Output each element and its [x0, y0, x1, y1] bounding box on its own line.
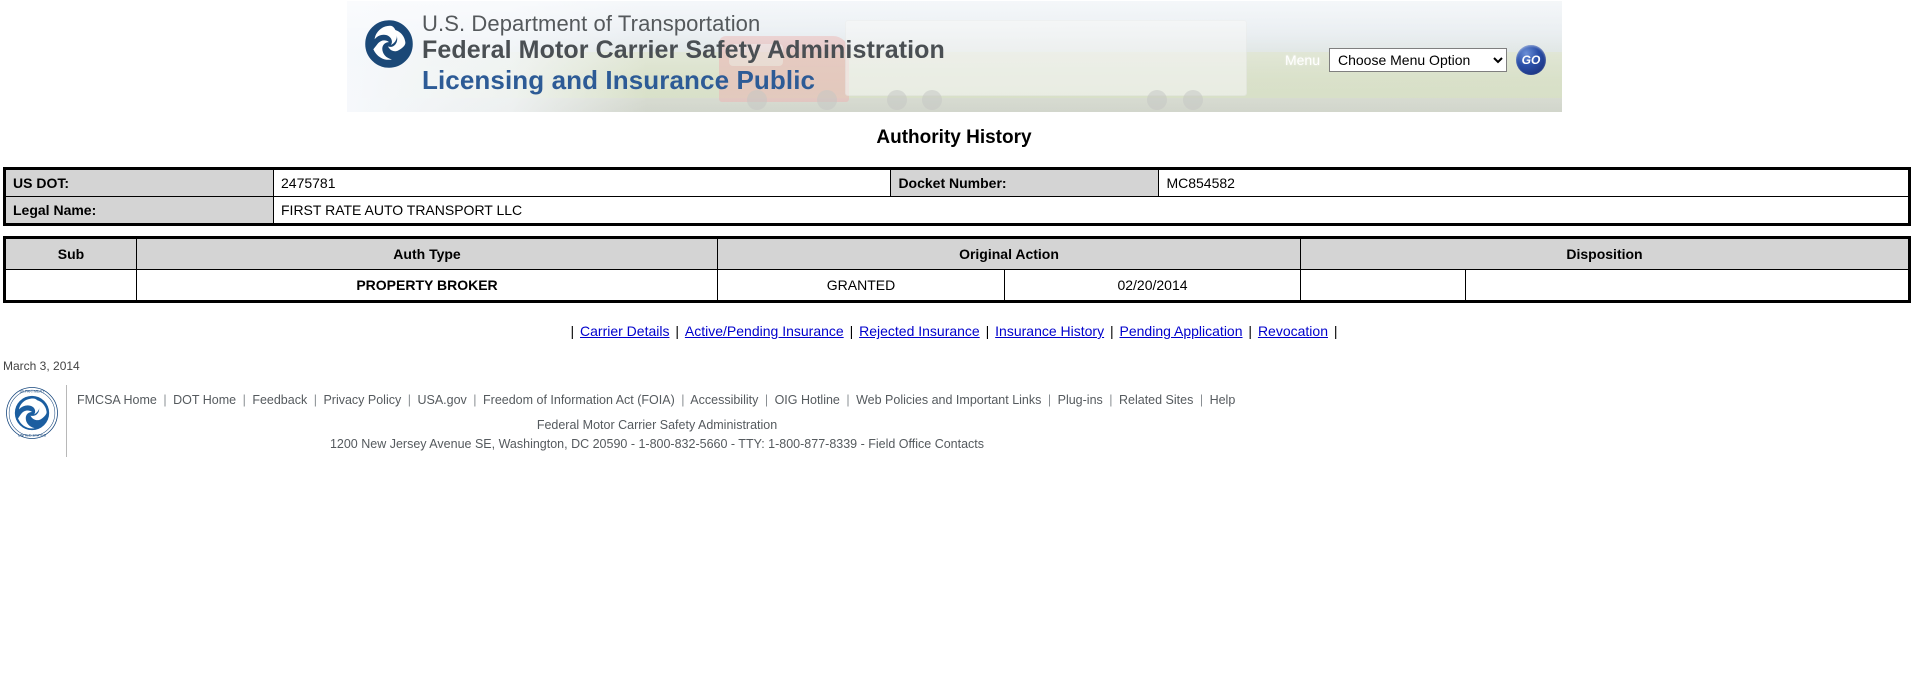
table-header-row: Sub Auth Type Original Action Dispositio… — [4, 237, 1910, 270]
nav-link-insurance-history[interactable]: Insurance History — [993, 323, 1106, 339]
cell-sub — [4, 269, 137, 302]
menu-controls: Menu Choose Menu Option GO — [1285, 45, 1546, 75]
nav-link-active-pending-insurance[interactable]: Active/Pending Insurance — [683, 323, 846, 339]
page-title: Authority History — [876, 127, 1032, 148]
nav-separator: | — [1333, 323, 1338, 339]
docket-number-value: MC854582 — [1158, 168, 1910, 197]
cell-disposition-date — [1465, 269, 1910, 302]
footer-address-block: Federal Motor Carrier Safety Administrat… — [77, 416, 1237, 455]
nav-separator: | — [1109, 323, 1114, 339]
footer-separator: | — [163, 393, 167, 407]
dot-triskelion-logo — [365, 20, 413, 68]
footer-separator: | — [1047, 393, 1052, 407]
column-header-sub: Sub — [4, 237, 137, 270]
us-dot-value: 2475781 — [272, 168, 892, 197]
nav-link-pending-application[interactable]: Pending Application — [1118, 323, 1245, 339]
footer-link-plug-ins[interactable]: Plug-ins — [1058, 393, 1103, 407]
nav-separator: | — [985, 323, 990, 339]
docket-number-label: Docket Number: — [890, 168, 1160, 197]
footer-separator: | — [846, 393, 850, 407]
menu-label: Menu — [1284, 52, 1320, 68]
nav-separator: | — [570, 323, 575, 339]
footer-separator: | — [681, 393, 685, 407]
application-title: Licensing and Insurance Public — [422, 65, 816, 95]
footer-link-list: FMCSA Home | DOT Home | Feedback | Priva… — [77, 393, 1237, 407]
footer-link-feedback[interactable]: Feedback — [252, 393, 307, 407]
cell-disposition — [1300, 269, 1466, 302]
table-row: Legal Name: FIRST RATE AUTO TRANSPORT LL… — [4, 196, 1910, 225]
nav-link-carrier-details[interactable]: Carrier Details — [578, 323, 671, 339]
footer-link-dot-home[interactable]: DOT Home — [173, 393, 236, 407]
agency-name-line: Federal Motor Carrier Safety Administrat… — [422, 36, 945, 64]
table-row: US DOT: 2475781 Docket Number: MC854582 — [4, 168, 1910, 197]
cell-original-action-date: 02/20/2014 — [1004, 269, 1301, 302]
footer-address-line: 1200 New Jersey Avenue SE, Washington, D… — [329, 437, 985, 452]
footer-separator: | — [242, 393, 246, 407]
dot-seal: DEPARTMENT UNITED STATES — [0, 385, 64, 442]
footer-link-web-policies[interactable]: Web Policies and Important Links — [856, 393, 1041, 407]
footer-link-usa-gov[interactable]: USA.gov — [417, 393, 466, 407]
footer-separator: | — [1199, 393, 1204, 407]
table-row: PROPERTY BROKER GRANTED 02/20/2014 — [4, 269, 1910, 302]
footer-link-help[interactable]: Help — [1210, 393, 1236, 407]
page-footer: DEPARTMENT UNITED STATES FMCSA Home | DO… — [0, 385, 1918, 457]
banner-image-area: U.S. Department of Transportation Federa… — [347, 1, 1562, 112]
nav-link-revocation[interactable]: Revocation — [1256, 323, 1330, 339]
us-dot-label: US DOT: — [4, 168, 274, 197]
nav-link-rejected-insurance[interactable]: Rejected Insurance — [857, 323, 982, 339]
column-header-original-action: Original Action — [717, 237, 1301, 270]
nav-separator: | — [675, 323, 680, 339]
footer-link-oig-hotline[interactable]: OIG Hotline — [775, 393, 840, 407]
banner-brand-text: U.S. Department of Transportation Federa… — [422, 11, 945, 95]
print-date: March 3, 2014 — [3, 359, 80, 373]
footer-content: FMCSA Home | DOT Home | Feedback | Priva… — [66, 385, 1237, 457]
footer-link-privacy-policy[interactable]: Privacy Policy — [323, 393, 401, 407]
column-header-auth-type: Auth Type — [136, 237, 718, 270]
footer-separator: | — [764, 393, 769, 407]
site-banner: U.S. Department of Transportation Federa… — [0, 0, 1918, 113]
section-nav-links: | Carrier Details | Active/Pending Insur… — [0, 323, 1908, 339]
agency-department-line: U.S. Department of Transportation — [422, 11, 761, 36]
menu-option-select[interactable]: Choose Menu Option — [1329, 48, 1507, 72]
nav-separator: | — [1248, 323, 1253, 339]
footer-link-related-sites[interactable]: Related Sites — [1119, 393, 1193, 407]
footer-separator: | — [473, 393, 477, 407]
footer-link-foia[interactable]: Freedom of Information Act (FOIA) — [483, 393, 675, 407]
authority-history-table: Sub Auth Type Original Action Dispositio… — [3, 236, 1911, 303]
cell-original-action: GRANTED — [717, 269, 1005, 302]
footer-link-fmcsa-home[interactable]: FMCSA Home — [77, 393, 157, 407]
svg-text:DEPARTMENT: DEPARTMENT — [20, 390, 45, 394]
footer-agency-name: Federal Motor Carrier Safety Administrat… — [536, 418, 778, 432]
svg-text:UNITED STATES: UNITED STATES — [18, 433, 47, 437]
footer-link-accessibility[interactable]: Accessibility — [690, 393, 758, 407]
legal-name-label: Legal Name: — [4, 196, 274, 225]
nav-separator: | — [849, 323, 854, 339]
footer-separator: | — [313, 393, 317, 407]
footer-separator: | — [1109, 393, 1113, 407]
footer-separator: | — [407, 393, 411, 407]
column-header-disposition: Disposition — [1300, 237, 1910, 270]
cell-auth-type: PROPERTY BROKER — [136, 269, 718, 302]
carrier-info-table: US DOT: 2475781 Docket Number: MC854582 … — [3, 167, 1911, 226]
go-button[interactable]: GO — [1516, 45, 1546, 75]
legal-name-value: FIRST RATE AUTO TRANSPORT LLC — [273, 196, 1910, 225]
